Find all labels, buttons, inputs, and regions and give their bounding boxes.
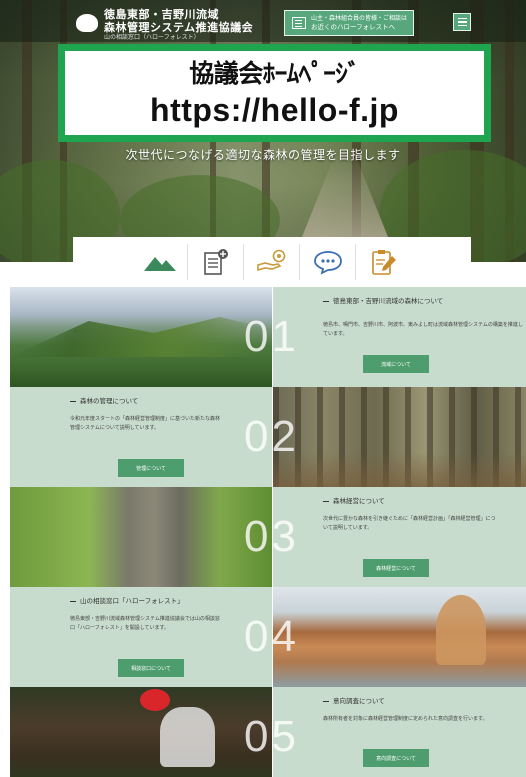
nav-item-documents[interactable] xyxy=(188,244,244,280)
section-05-button[interactable]: 意向調査について xyxy=(363,749,429,767)
hero-tagline: 次世代につなげる適切な森林の管理を目指します xyxy=(125,148,401,162)
icon-nav xyxy=(73,237,471,287)
section-03-panel: 森林経営について 次世代に豊かな森林を引き継ぐために「森林経営計画」「森林経営管… xyxy=(273,487,526,587)
hero-forest-road xyxy=(300,152,390,242)
section-title: 森林経営について xyxy=(323,497,523,506)
site-logo[interactable]: 徳島東部・吉野川流域 森林管理システム推進協議会 山の相談窓口（ハローフォレスト… xyxy=(104,8,253,42)
section-02: 森林の管理について 令和元年度スタートの「森林経営管理制度」に基づいた新たな森林… xyxy=(10,387,526,487)
section-04-button[interactable]: 相談窓口について xyxy=(118,659,184,677)
section-title: 徳島東部・吉野川流域の森林について xyxy=(323,297,523,306)
section-number: 05 xyxy=(244,712,299,761)
section-01-photo xyxy=(10,287,272,387)
header-bar: 徳島東部・吉野川流域 森林管理システム推進協議会 山の相談窓口（ハローフォレスト… xyxy=(0,0,526,42)
nav-item-support[interactable] xyxy=(244,244,300,280)
section-03-button[interactable]: 森林経営について xyxy=(363,559,429,577)
org-name-line2: 森林管理システム推進協議会 xyxy=(104,21,254,34)
section-number: 04 xyxy=(244,612,299,661)
banner-title: 協議会ﾎｰﾑﾍﾟｰｼﾞ xyxy=(189,59,360,88)
mountain-icon xyxy=(143,257,176,271)
banner-url[interactable]: https://hello-f.jp xyxy=(65,91,484,129)
section-03: 森林経営について 次世代に豊かな森林を引き継ぐために「森林経営計画」「森林経営管… xyxy=(10,487,526,587)
org-name-line1: 徳島東部・吉野川流域 xyxy=(104,8,219,21)
section-desc: 令和元年度スタートの「森林経営管理制度」に基づいた新たな森林管理システムについて… xyxy=(70,416,221,431)
section-04: 山の相談窓口「ハローフォレスト」 徳島東部・吉野川流域森林管理システム推進協議会… xyxy=(10,587,526,687)
document-add-icon xyxy=(203,249,228,275)
chat-bubble-icon xyxy=(313,251,342,275)
section-title: 山の相談窓口「ハローフォレスト」 xyxy=(70,597,260,606)
section-04-photo xyxy=(273,587,526,687)
section-02-photo xyxy=(273,387,526,487)
section-01-button[interactable]: 流域について xyxy=(363,355,429,373)
section-desc: 徳島東部・吉野川流域森林管理システム推進協議会では山の相談窓口「ハローフォレスト… xyxy=(70,616,220,631)
clipboard-edit-icon xyxy=(372,250,396,275)
section-01-panel: 徳島東部・吉野川流域の森林について 徳島市、鳴門市、吉野川市、阿波市、東みよし町… xyxy=(273,287,526,387)
nav-item-survey[interactable] xyxy=(356,244,412,280)
section-title: 森林の管理について xyxy=(70,397,260,406)
section-number: 03 xyxy=(244,512,299,561)
section-number: 02 xyxy=(244,412,299,461)
section-number: 01 xyxy=(244,312,299,361)
document-list-icon xyxy=(292,17,306,29)
section-desc: 徳島市、鳴門市、吉野川市、阿波市、東みよし町は流域森林管理システムの構築を推進し… xyxy=(323,322,523,337)
nav-item-consultation[interactable] xyxy=(300,244,356,280)
contact-button-line2: お近くのハローフォレストへ xyxy=(311,23,396,31)
hamburger-icon[interactable] xyxy=(453,13,471,31)
section-title: 意向調査について xyxy=(323,697,523,706)
section-01: 徳島東部・吉野川流域の森林について 徳島市、鳴門市、吉野川市、阿波市、東みよし町… xyxy=(10,287,526,387)
section-desc: 森林所有者を対象に森林経営管理制度に定められた意向調査を行います。 xyxy=(323,716,488,722)
hand-coin-icon xyxy=(256,249,285,272)
logo-icon[interactable] xyxy=(76,14,98,32)
contact-button-line1: 山主・森林組合員の皆様・ご相談は xyxy=(311,15,408,22)
contact-button[interactable]: 山主・森林組合員の皆様・ご相談は お近くのハローフォレストへ xyxy=(284,10,414,36)
section-03-photo xyxy=(10,487,272,587)
section-05: 意向調査について 森林所有者を対象に森林経営管理制度に定められた意向調査を行いま… xyxy=(10,687,526,777)
section-02-panel: 森林の管理について 令和元年度スタートの「森林経営管理制度」に基づいた新たな森林… xyxy=(10,387,272,487)
section-desc: 次世代に豊かな森林を引き継ぐために「森林経営計画」「森林経営管理」について説明し… xyxy=(323,516,496,531)
nav-item-forest[interactable] xyxy=(132,244,188,280)
section-02-button[interactable]: 管理について xyxy=(118,459,184,477)
homepage-banner: 協議会ﾎｰﾑﾍﾟｰｼﾞ https://hello-f.jp xyxy=(58,44,491,142)
section-05-photo xyxy=(10,687,272,777)
org-name-line3: 山の相談窓口（ハローフォレスト） xyxy=(104,34,200,41)
section-05-panel: 意向調査について 森林所有者を対象に森林経営管理制度に定められた意向調査を行いま… xyxy=(273,687,526,777)
section-04-panel: 山の相談窓口「ハローフォレスト」 徳島東部・吉野川流域森林管理システム推進協議会… xyxy=(10,587,272,687)
hero-section: 徳島東部・吉野川流域 森林管理システム推進協議会 山の相談窓口（ハローフォレスト… xyxy=(0,0,526,262)
